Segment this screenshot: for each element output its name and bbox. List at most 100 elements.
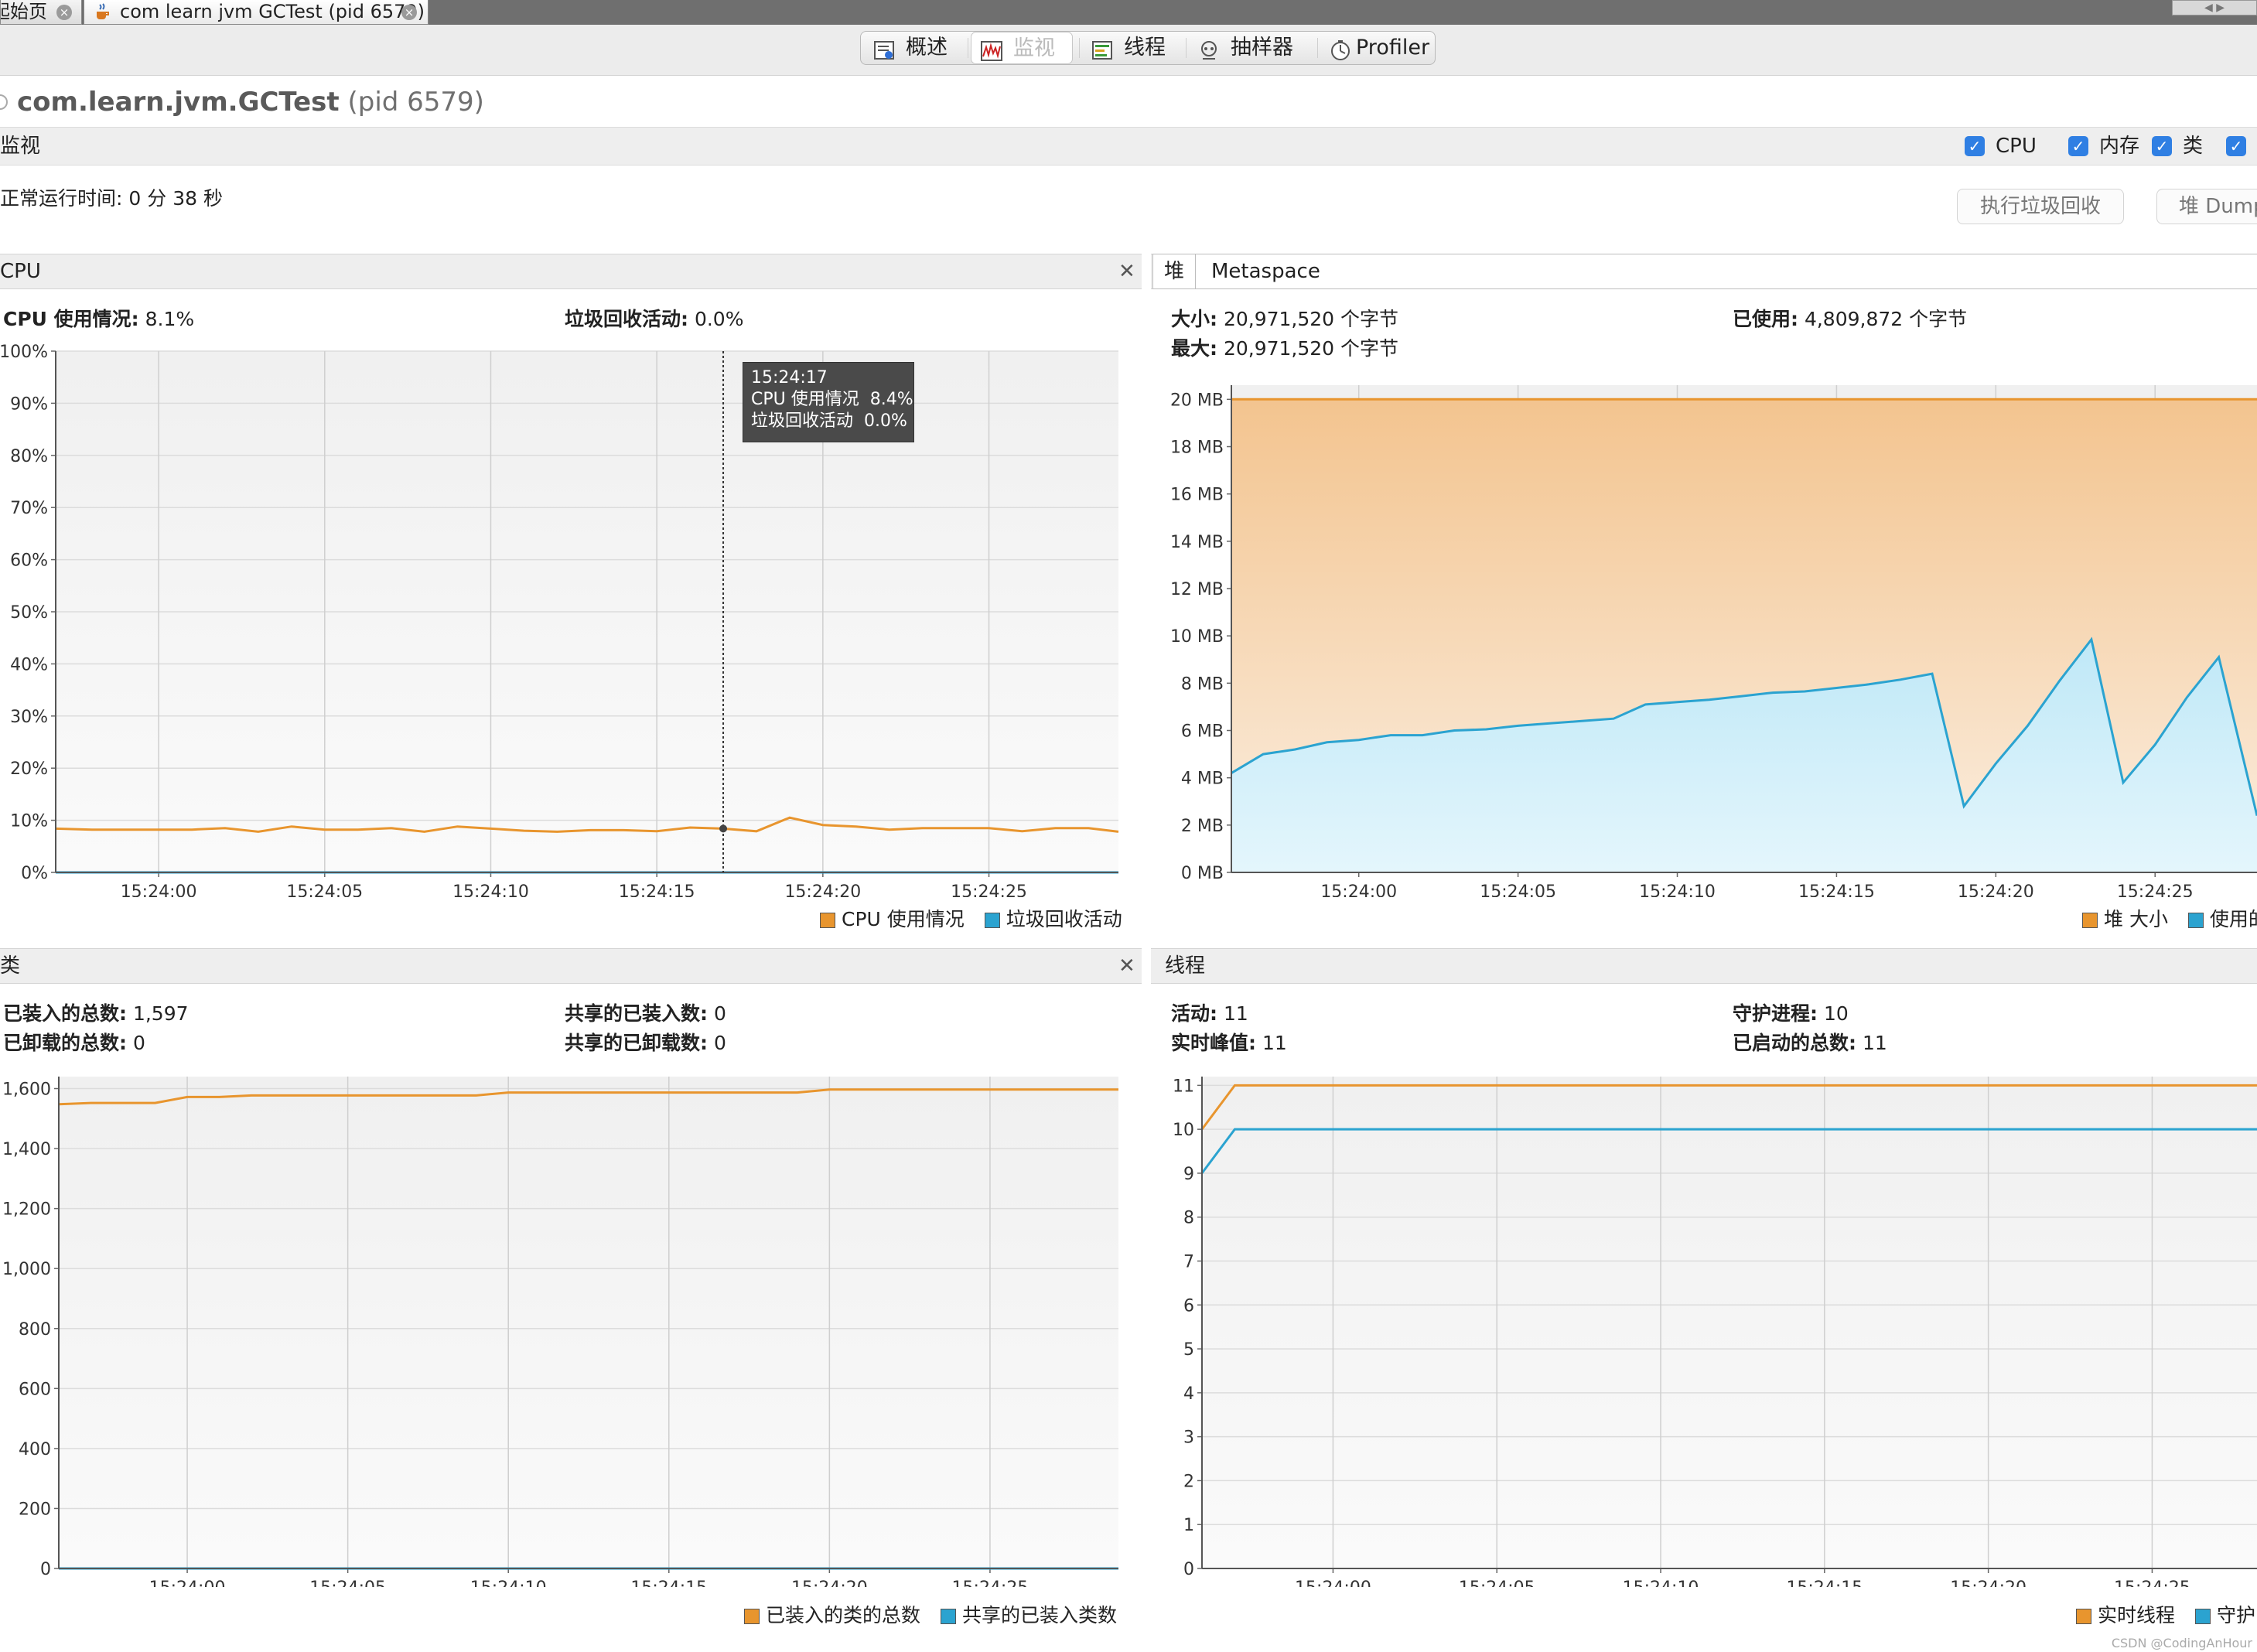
gc-activity-stat: 垃圾回收活动: 0.0% (565, 306, 743, 333)
heap-max-stat: 最大: 20,971,520 个字节 (1171, 336, 1398, 362)
watermark: CSDN @CodingAnHour (2111, 1636, 2252, 1650)
y-tick-label: 11 (1173, 1077, 1194, 1096)
y-tick-label: 4 MB (1181, 770, 1224, 789)
stat-value: 0 (713, 1032, 726, 1054)
legend-swatch (984, 913, 1000, 928)
checkbox-threads[interactable]: ✓ (2226, 134, 2257, 159)
tab-gctest[interactable]: com learn jvm GCTest (pid 6579) × (84, 0, 429, 25)
x-tick-label: 15:24:25 (952, 1579, 1029, 1587)
y-tick-label: 16 MB (1170, 486, 1224, 505)
tab-label: 监视 (1013, 36, 1055, 60)
close-icon[interactable]: × (401, 5, 417, 20)
classes-unloaded-stat: 已卸载的总数: 0 (3, 1030, 145, 1056)
threads-legend: 实时线程 守护 (2076, 1604, 2255, 1627)
y-tick-label: 4 (1183, 1384, 1194, 1404)
perform-gc-button[interactable]: 执行垃圾回收 (1957, 189, 2124, 224)
monitor-icon (981, 39, 1002, 61)
y-tick-label: 10% (10, 812, 48, 831)
tab-label: 抽样器 (1231, 36, 1293, 60)
y-tick-label: 20% (10, 759, 48, 779)
legend-swatch (2194, 1609, 2211, 1624)
y-tick-label: 600 (19, 1380, 51, 1399)
x-tick-label: 15:24:05 (286, 882, 363, 897)
tab-label: com learn jvm GCTest (pid 6579) (120, 1, 425, 22)
y-tick-label: 800 (19, 1320, 51, 1340)
tab-sampler[interactable]: 抽样器 (1189, 32, 1313, 64)
checkmark-icon: ✓ (1965, 136, 1985, 156)
java-cup-icon (94, 2, 111, 21)
x-tick-label: 15:24:20 (1958, 882, 2034, 897)
legend-swatch (940, 1609, 956, 1624)
uptime-value: 0 分 38 秒 (128, 187, 223, 210)
x-tick-label: 15:24:05 (1459, 1579, 1535, 1587)
legend-label: 垃圾回收活动 (1006, 908, 1122, 930)
x-tick-label: 15:24:20 (1950, 1579, 2027, 1587)
tab-heap[interactable]: 堆 (1152, 254, 1196, 289)
y-tick-label: 8 (1183, 1209, 1194, 1228)
y-tick-label: 0 (40, 1560, 51, 1579)
y-tick-label: 2 (1183, 1472, 1194, 1491)
tab-metaspace[interactable]: Metaspace (1196, 254, 2257, 289)
checkbox-classes[interactable]: ✓ 类 (2152, 134, 2214, 159)
threads-started-stat: 已启动的总数: 11 (1733, 1030, 1887, 1056)
threads-peak-stat: 实时峰值: 11 (1171, 1030, 1287, 1056)
tab-profiler[interactable]: Profiler (1320, 32, 1433, 64)
classes-loaded-stat: 已装入的总数: 1,597 (3, 1001, 189, 1027)
checkbox-label: CPU (1996, 135, 2037, 158)
heap-dump-button[interactable]: 堆 Dump (2156, 189, 2257, 224)
legend-label: 实时线程 (2098, 1604, 2176, 1626)
stat-label: 大小: (1171, 308, 1217, 330)
x-tick-label: 15:24:15 (619, 882, 695, 897)
tooltip-label: 垃圾回收活动 (751, 411, 854, 431)
chart-tooltip: 15:24:17 CPU 使用情况 8.4% 垃圾回收活动 0.0% (743, 362, 914, 442)
y-tick-label: 8 MB (1181, 674, 1224, 694)
tab-threads[interactable]: 线程 (1082, 32, 1181, 64)
heap-chart[interactable]: 0 MB 2 MB 4 MB 6 MB 8 MB 10 MB 12 MB 14 MB 16 MB… (1151, 376, 2257, 897)
y-tick-label: 2 MB (1181, 817, 1224, 836)
y-tick-label: 1,600 (2, 1080, 51, 1100)
plot-area (59, 1077, 1118, 1568)
tab-scroll-arrows[interactable]: ◀ ▶ (2172, 0, 2257, 15)
cpu-chart[interactable]: 0% 10% 20% 30% 40% 50% 60% 70% 80% 90% 100% 15:24:0… (0, 343, 1142, 897)
tooltip-value: 0.0% (864, 411, 907, 431)
heap-used-stat: 已使用: 4,809,872 个字节 (1733, 306, 1967, 333)
x-tick-label: 15:24:05 (309, 1579, 386, 1587)
classes-chart[interactable]: 0 200 400 600 800 1,000 1,200 1,400 1,600 15:24:0… (0, 1066, 1142, 1587)
app-status-icon (0, 94, 8, 110)
tab-overview[interactable]: 概述 (864, 32, 963, 64)
y-tick-label: 12 MB (1170, 580, 1224, 599)
stat-label: CPU 使用情况: (3, 308, 139, 330)
monitor-title: 监视 (0, 135, 41, 158)
legend-swatch (820, 913, 835, 928)
tab-monitor[interactable]: 监视 (971, 32, 1073, 64)
close-icon[interactable]: ✕ (1118, 948, 1135, 984)
y-tick-label: 3 (1183, 1428, 1194, 1448)
y-tick-label: 30% (10, 708, 48, 727)
y-tick-label: 200 (19, 1500, 51, 1519)
cpu-panel-title: CPU (0, 260, 41, 283)
y-tick-label: 10 (1173, 1121, 1194, 1140)
legend-label: 堆 大小 (2104, 908, 2168, 930)
x-tick-label: 15:24:10 (470, 1579, 547, 1587)
y-tick-label: 6 (1183, 1296, 1194, 1316)
uptime-text: 正常运行时间: 0 分 38 秒 (0, 186, 223, 212)
legend-swatch (2076, 1609, 2091, 1624)
x-tick-label: 15:24:00 (1295, 1579, 1371, 1587)
classes-legend: 已装入的类的总数 共享的已装入类数 (744, 1604, 1117, 1627)
stat-value: 11 (1862, 1032, 1887, 1054)
sampler-icon (1198, 38, 1220, 60)
checkbox-cpu[interactable]: ✓ CPU (1965, 134, 2057, 159)
tab-start-page[interactable]: 起始页 × (0, 0, 82, 25)
tooltip-label: CPU 使用情况 (751, 390, 859, 409)
checkbox-memory[interactable]: ✓ 内存 (2068, 134, 2146, 159)
close-icon[interactable]: ✕ (1118, 254, 1135, 289)
close-icon[interactable]: × (56, 5, 72, 20)
x-tick-label: 15:24:00 (149, 1579, 226, 1587)
y-tick-label: 90% (10, 394, 48, 414)
tooltip-cpu-row: CPU 使用情况 8.4% (751, 389, 913, 411)
stat-value: 4,809,872 个字节 (1804, 308, 1968, 330)
threads-chart[interactable]: 0 1 2 3 4 5 6 7 8 9 10 11 15:24:00 15:24:05 15:24:10 15… (1151, 1066, 2257, 1587)
tab-label: 线程 (1124, 36, 1166, 60)
threads-live-stat: 活动: 11 (1171, 1001, 1248, 1027)
heap-legend: 堆 大小 使用的 (2082, 908, 2257, 931)
